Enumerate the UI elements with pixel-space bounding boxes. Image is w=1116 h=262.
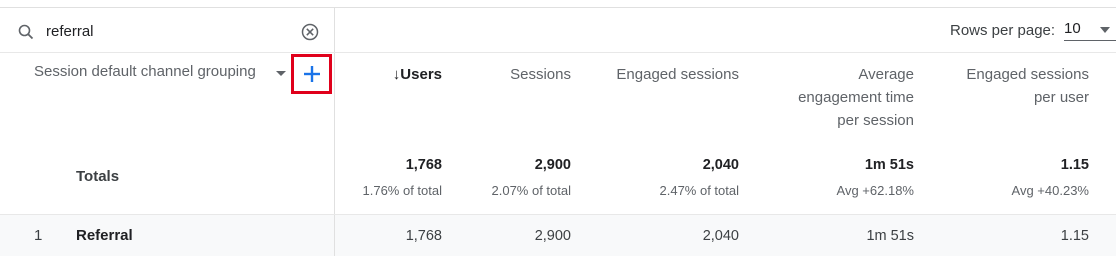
column-header-engaged-sessions-per-user[interactable]: Engaged sessions per user xyxy=(966,63,1089,109)
column-header-sessions[interactable]: Sessions xyxy=(510,63,571,86)
column-header-line: engagement time xyxy=(798,89,914,106)
row-value-users: 1,768 xyxy=(405,228,442,244)
row-value-engaged-per-user: 1.15 xyxy=(1060,228,1089,244)
column-header-line: per user xyxy=(1033,89,1089,106)
totals-label: Totals xyxy=(76,168,120,185)
column-header-line: Average xyxy=(858,66,914,83)
header-separator xyxy=(0,52,1116,53)
totals-value-engaged-per-user: 1.15 xyxy=(1060,157,1089,173)
totals-value-engaged-sessions: 2,040 xyxy=(702,157,739,173)
add-dimension-button[interactable] xyxy=(291,54,332,94)
totals-subtext-sessions: 2.07% of total xyxy=(491,183,572,198)
dropdown-caret-icon xyxy=(1100,27,1110,33)
plus-icon xyxy=(304,66,320,82)
column-divider xyxy=(334,215,335,256)
totals-subtext-engaged-sessions: 2.47% of total xyxy=(659,183,740,198)
totals-subtext-avg-engagement-time: Avg +62.18% xyxy=(836,183,914,198)
search-bar[interactable]: referral xyxy=(0,8,334,52)
row-value-avg-engagement-time: 1m 51s xyxy=(866,228,914,244)
search-input[interactable]: referral xyxy=(46,23,94,40)
row-index: 1 xyxy=(34,227,43,244)
search-icon xyxy=(18,24,34,45)
totals-value-sessions: 2,900 xyxy=(534,157,571,173)
dimension-header[interactable]: Session default channel grouping xyxy=(34,63,256,80)
rows-per-page-select[interactable]: 10 xyxy=(1064,19,1116,41)
totals-subtext-engaged-per-user: Avg +40.23% xyxy=(1011,183,1089,198)
row-separator xyxy=(0,214,1116,215)
row-dimension-value[interactable]: Referral xyxy=(76,227,133,244)
column-header-engaged-sessions[interactable]: Engaged sessions xyxy=(616,63,739,86)
clear-circle-icon[interactable] xyxy=(301,23,319,46)
column-header-avg-engagement-time[interactable]: Average engagement time per session xyxy=(798,63,914,132)
totals-value-users: 1,768 xyxy=(405,157,442,173)
rows-per-page-value: 10 xyxy=(1064,20,1081,37)
totals-value-avg-engagement-time: 1m 51s xyxy=(864,157,914,173)
rows-per-page-label: Rows per page: xyxy=(950,22,1056,39)
row-value-sessions: 2,900 xyxy=(534,228,571,244)
column-header-users[interactable]: ↓Users xyxy=(393,63,442,86)
column-header-line: per session xyxy=(837,112,914,129)
column-header-line: Engaged sessions xyxy=(966,66,1089,83)
row-value-engaged-sessions: 2,040 xyxy=(702,228,739,244)
totals-subtext-users: 1.76% of total xyxy=(362,183,443,198)
dimension-dropdown-icon[interactable] xyxy=(276,71,286,76)
